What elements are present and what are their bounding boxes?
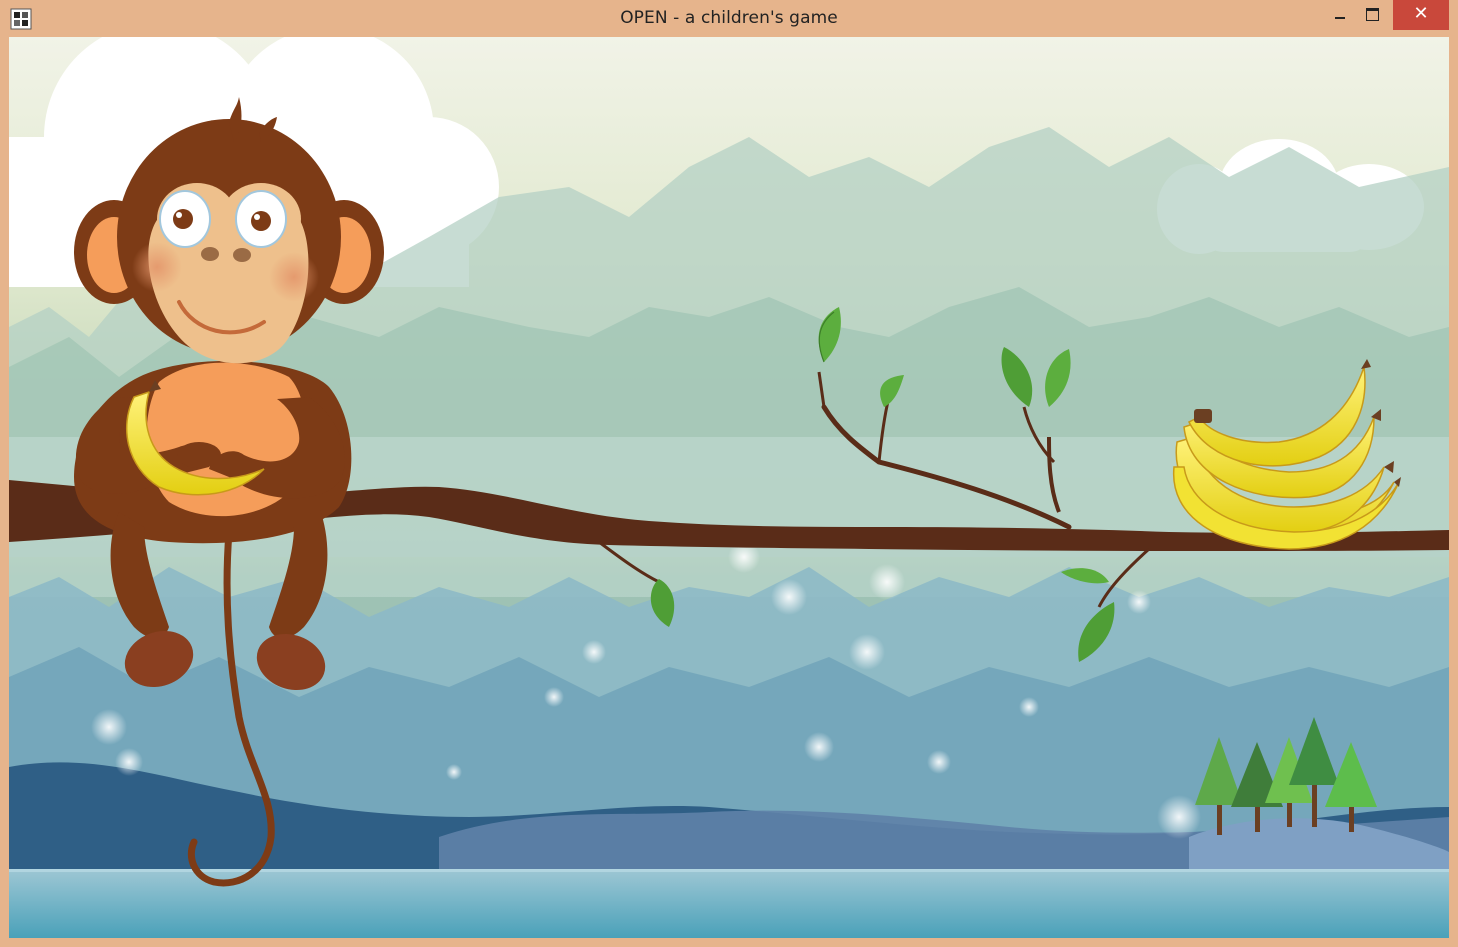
title-bar[interactable]: OPEN - a children's game ✕ [0,0,1458,37]
game-canvas[interactable] [9,37,1449,938]
close-button[interactable]: ✕ [1393,0,1449,30]
maximize-icon [1366,8,1379,21]
game-scene [9,37,1449,938]
game-window: OPEN - a children's game ✕ [0,0,1458,947]
minimize-button[interactable] [1326,0,1353,30]
water [9,869,1449,938]
window-title: OPEN - a children's game [620,8,838,28]
close-icon: ✕ [1413,3,1429,24]
minimize-icon [1335,17,1345,19]
maximize-button[interactable] [1357,0,1387,30]
